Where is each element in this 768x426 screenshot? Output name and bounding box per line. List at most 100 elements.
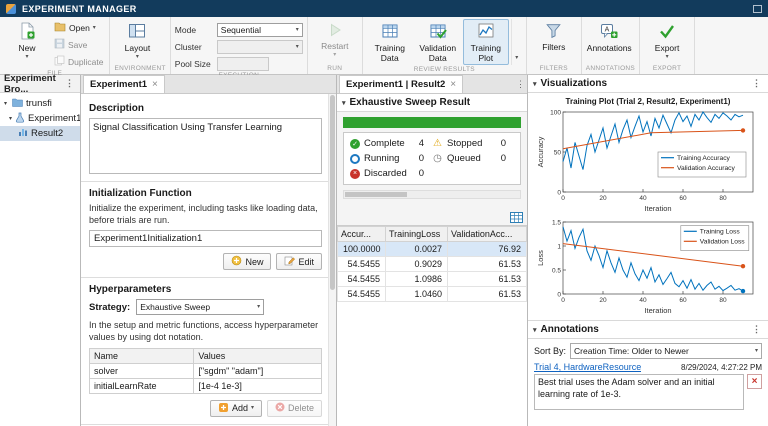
svg-text:Iteration: Iteration bbox=[644, 204, 671, 213]
table-row: initialLearnRate [1e-4 1e-3] bbox=[90, 378, 322, 393]
initialization-function-input[interactable]: Experiment1Initialization1 bbox=[89, 230, 322, 247]
ribbon-section-annotations: A Annotations ANNOTATIONS bbox=[582, 17, 640, 74]
tree-node-experiment1[interactable]: ▾ Experiment1 bbox=[0, 111, 80, 126]
sweep-result-header[interactable]: ▾ Exhaustive Sweep Result bbox=[337, 94, 527, 112]
export-button[interactable]: Export ▾ bbox=[644, 19, 690, 62]
delete-hyperparameter-button[interactable]: Delete bbox=[267, 400, 322, 417]
tab-result2[interactable]: Experiment1 | Result2 × bbox=[339, 75, 463, 93]
initialization-heading: Initialization Function bbox=[89, 188, 322, 199]
annotation-item: Trial 4, HardwareResource 8/29/2024, 4:2… bbox=[528, 362, 768, 410]
training-plot-title: Training Plot (Trial 2, Result2, Experim… bbox=[530, 97, 766, 106]
hyperparameter-name-cell[interactable]: initialLearnRate bbox=[90, 378, 194, 393]
visualizations-header[interactable]: ▾ Visualizations ⋮ bbox=[528, 75, 768, 93]
results-table-container: Accur... TrainingLoss ValidationAcc... 1… bbox=[337, 225, 527, 426]
save-button[interactable]: Save bbox=[52, 37, 105, 52]
annotations-button[interactable]: A Annotations bbox=[586, 19, 632, 56]
filters-button[interactable]: Filters bbox=[531, 19, 577, 55]
training-data-button[interactable]: Training Data bbox=[367, 19, 413, 65]
horizontal-scrollbar[interactable] bbox=[343, 190, 521, 199]
svg-text:80: 80 bbox=[719, 195, 727, 202]
hyperparameter-name-cell[interactable]: solver bbox=[90, 363, 194, 378]
close-tab-icon[interactable]: × bbox=[450, 79, 456, 90]
hyperparameter-values-cell[interactable]: ["sgdm" "adam"] bbox=[194, 363, 322, 378]
result-panel: Experiment1 | Result2 × ⋮ ▾ Exhaustive S… bbox=[337, 75, 528, 426]
experiment-browser-title: Experiment Bro... bbox=[4, 73, 60, 95]
edit-function-button[interactable]: Edit bbox=[276, 253, 322, 270]
column-header-name[interactable]: Name bbox=[90, 348, 194, 363]
sort-by-label: Sort By: bbox=[534, 346, 566, 356]
pool-size-input bbox=[217, 57, 269, 71]
tree-node-project[interactable]: ▾ trunsfi bbox=[0, 96, 80, 111]
new-function-button[interactable]: New bbox=[223, 253, 271, 270]
add-hyperparameter-button[interactable]: Add ▾ bbox=[210, 400, 262, 417]
column-header-trainingloss[interactable]: TrainingLoss bbox=[386, 227, 448, 242]
svg-text:Validation Loss: Validation Loss bbox=[700, 239, 746, 246]
svg-text:Training Loss: Training Loss bbox=[700, 229, 741, 236]
duplicate-button[interactable]: Duplicate bbox=[52, 54, 105, 69]
svg-text:Validation Accuracy: Validation Accuracy bbox=[677, 165, 736, 172]
tree-node-result2[interactable]: Result2 bbox=[0, 126, 80, 141]
annotation-text-input[interactable]: Best trial uses the Adam solver and an i… bbox=[534, 374, 744, 410]
browser-menu-icon[interactable]: ⋮ bbox=[63, 78, 76, 89]
svg-text:0.5: 0.5 bbox=[552, 267, 561, 274]
description-input[interactable]: Signal Classification Using Transfer Lea… bbox=[89, 118, 322, 174]
column-header-values[interactable]: Values bbox=[194, 348, 322, 363]
table-row[interactable]: 54.5455 1.0460 61.53 bbox=[338, 287, 527, 302]
cluster-select: ▾ bbox=[217, 40, 303, 54]
result-panel-menu-icon[interactable]: ⋮ bbox=[514, 79, 527, 90]
strategy-select[interactable]: Exhaustive Sweep▾ bbox=[136, 299, 264, 315]
tab-experiment1[interactable]: Experiment1 × bbox=[83, 75, 165, 93]
vertical-scrollbar[interactable] bbox=[328, 94, 336, 426]
mode-select[interactable]: Sequential▾ bbox=[217, 23, 303, 37]
column-header-validationacc[interactable]: ValidationAcc... bbox=[448, 227, 527, 242]
window-control-icon[interactable] bbox=[753, 5, 762, 13]
table-row[interactable]: 54.5455 0.9029 61.53 bbox=[338, 257, 527, 272]
open-button[interactable]: Open ▾ bbox=[52, 21, 105, 35]
section-label-export: EXPORT bbox=[644, 64, 690, 74]
new-button[interactable]: New ▾ bbox=[4, 19, 50, 62]
results-table: Accur... TrainingLoss ValidationAcc... 1… bbox=[337, 226, 527, 302]
annotations-header[interactable]: ▾ Annotations ⋮ bbox=[528, 320, 768, 339]
new-function-icon bbox=[231, 255, 242, 268]
restart-button[interactable]: Restart ▾ bbox=[312, 19, 358, 60]
scrollbar-thumb[interactable] bbox=[345, 192, 407, 197]
visualizations-menu-icon[interactable]: ⋮ bbox=[750, 78, 763, 89]
project-folder-icon bbox=[12, 98, 23, 110]
annotation-link[interactable]: Trial 4, HardwareResource bbox=[534, 362, 641, 372]
sort-by-select[interactable]: Creation Time: Older to Newer▾ bbox=[570, 343, 762, 359]
dropdown-caret-icon: ▾ bbox=[251, 406, 254, 411]
training-plot-button[interactable]: Training Plot bbox=[463, 19, 509, 65]
add-plus-icon bbox=[218, 402, 229, 415]
layout-button[interactable]: Layout ▾ bbox=[114, 19, 160, 62]
close-tab-icon[interactable]: × bbox=[152, 79, 158, 90]
annotation-bubble-icon: A bbox=[600, 22, 618, 43]
new-document-icon bbox=[18, 22, 36, 43]
annotations-menu-icon[interactable]: ⋮ bbox=[750, 324, 763, 335]
titlebar: EXPERIMENT MANAGER bbox=[0, 0, 768, 17]
progress-bar bbox=[343, 117, 521, 128]
svg-text:Iteration: Iteration bbox=[644, 306, 671, 315]
expander-icon[interactable]: ▾ bbox=[2, 100, 9, 107]
experiment-browser-tree: ▾ trunsfi ▾ Experiment1 Result2 bbox=[0, 93, 80, 144]
review-results-more-button[interactable]: ▾ bbox=[511, 19, 522, 65]
filter-funnel-icon bbox=[545, 22, 562, 42]
experiment-tabbar: Experiment1 × bbox=[81, 75, 336, 94]
table-row[interactable]: 54.5455 1.0986 61.53 bbox=[338, 272, 527, 287]
delete-annotation-button[interactable]: × bbox=[747, 374, 762, 389]
collapse-caret-icon: ▾ bbox=[533, 80, 537, 88]
collapse-caret-icon: ▾ bbox=[533, 326, 537, 334]
ribbon-section-filters: Filters FILTERS bbox=[527, 17, 582, 74]
duplicate-icon bbox=[54, 55, 65, 68]
scrollbar-thumb[interactable] bbox=[330, 95, 335, 290]
svg-text:1: 1 bbox=[557, 243, 561, 250]
column-header-accuracy[interactable]: Accur... bbox=[338, 227, 386, 242]
section-divider bbox=[81, 277, 336, 278]
table-row[interactable]: 100.0000 0.0027 76.92 bbox=[338, 242, 527, 257]
table-columns-icon[interactable] bbox=[510, 212, 523, 223]
edit-pencil-icon bbox=[284, 255, 295, 268]
expander-icon[interactable]: ▾ bbox=[9, 115, 12, 122]
hyperparameter-values-cell[interactable]: [1e-4 1e-3] bbox=[194, 378, 322, 393]
validation-data-button[interactable]: Validation Data bbox=[415, 19, 461, 65]
delete-cross-icon bbox=[275, 402, 285, 414]
loss-chart: 02040608000.511.5IterationLossTraining L… bbox=[536, 217, 760, 318]
